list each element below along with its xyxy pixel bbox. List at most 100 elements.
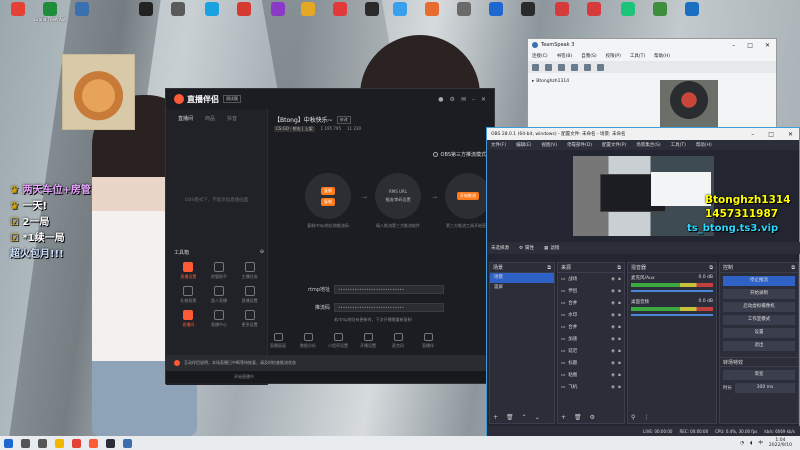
tool-item[interactable]: 直播设置: [174, 262, 203, 280]
minimize-icon[interactable]: –: [732, 42, 735, 49]
add-icon[interactable]: +: [493, 414, 498, 421]
teamspeak-titlebar[interactable]: TeamSpeak 3 – □ ✕: [528, 39, 776, 51]
step-button[interactable]: 开始推流: [457, 192, 479, 200]
desktop-icon[interactable]: [416, 2, 448, 28]
tool-item[interactable]: 主播任务: [235, 262, 264, 280]
desktop-icon[interactable]: Grand Theft Auto V: [34, 2, 66, 28]
lock-icon[interactable]: ▪: [618, 373, 621, 378]
minimize-icon[interactable]: –: [472, 96, 475, 103]
filters-button[interactable]: ▦ 滤镜: [544, 245, 559, 252]
desktop-icon[interactable]: [292, 2, 324, 28]
visibility-icon[interactable]: ◉: [611, 301, 615, 306]
settings-icon[interactable]: ⚙: [450, 96, 455, 103]
obs-menu-item[interactable]: 停靠部件(D): [567, 142, 592, 148]
bottom-tool[interactable]: 开播设置: [356, 333, 380, 349]
desktop-icon[interactable]: [384, 2, 416, 28]
visibility-icon[interactable]: ◉: [611, 325, 615, 330]
step-button[interactable]: 复制: [321, 197, 335, 206]
scene-item[interactable]: 场景: [490, 273, 554, 283]
desktop-icon[interactable]: [196, 2, 228, 28]
close-icon[interactable]: ✕: [481, 96, 486, 103]
ts-menu-item[interactable]: 工具(T): [630, 53, 645, 59]
source-item[interactable]: ▭ 伴侣 ◉ ▪: [558, 285, 624, 297]
bottom-tool[interactable]: 数据分析: [296, 333, 320, 349]
undock-icon[interactable]: ⧉: [617, 265, 621, 271]
chrome-icon[interactable]: [72, 438, 81, 448]
lock-icon[interactable]: ▪: [618, 385, 621, 390]
desktop-icon[interactable]: [612, 2, 644, 28]
obs-menu-item[interactable]: 编辑(E): [516, 142, 531, 148]
desktop-icon[interactable]: [512, 2, 544, 28]
lock-icon[interactable]: ▪: [618, 361, 621, 366]
maximize-icon[interactable]: □: [768, 131, 774, 138]
desktop-icon[interactable]: [162, 2, 194, 28]
search-icon[interactable]: [21, 438, 30, 448]
visibility-icon[interactable]: ◉: [611, 313, 615, 318]
desktop-icon[interactable]: [644, 2, 676, 28]
scene-item[interactable]: 竖屏: [490, 283, 554, 293]
visibility-icon[interactable]: ◉: [611, 361, 615, 366]
desktop-icon[interactable]: [228, 2, 260, 28]
bookmark-icon[interactable]: [545, 63, 552, 71]
task-view-icon[interactable]: [38, 438, 47, 448]
lock-icon[interactable]: ▪: [618, 277, 621, 282]
tool-item[interactable]: 超人直播: [205, 286, 234, 304]
language-indicator[interactable]: 中: [758, 440, 763, 446]
teamspeak-window[interactable]: TeamSpeak 3 – □ ✕ 连接(C) 书签(B) 自我(S) 权限(P) 工具(T…: [527, 38, 777, 130]
close-icon[interactable]: ✕: [788, 131, 793, 138]
duration-input[interactable]: 300 ms: [735, 383, 795, 393]
lock-icon[interactable]: ▪: [618, 313, 621, 318]
visibility-icon[interactable]: ◉: [611, 373, 615, 378]
desktop-icon[interactable]: [324, 2, 356, 28]
desktop-icon[interactable]: [448, 2, 480, 28]
explorer-icon[interactable]: [55, 438, 64, 448]
left-tab[interactable]: 抖音: [227, 115, 237, 122]
source-item[interactable]: ▭ 合并 ◉ ▪: [558, 297, 624, 309]
wifi-icon[interactable]: ◔: [740, 441, 744, 446]
tool-item[interactable]: 房管助手: [205, 262, 234, 280]
control-button[interactable]: 设置: [723, 328, 795, 338]
source-item[interactable]: ▭ 飞机 ◉ ▪: [558, 381, 624, 393]
source-item[interactable]: ▭ 延迟 ◉ ▪: [558, 345, 624, 357]
transition-select[interactable]: 渐变: [723, 370, 795, 380]
control-button[interactable]: 停止推流: [723, 276, 795, 286]
tool-item[interactable]: 礼物投票: [174, 286, 203, 304]
away-icon[interactable]: [558, 63, 565, 71]
bottom-tool[interactable]: 小程序设置: [326, 333, 350, 349]
control-button[interactable]: 工作室模式: [723, 315, 795, 325]
teamspeak-icon[interactable]: [123, 438, 132, 448]
tool-item[interactable]: 更多设置: [235, 310, 264, 328]
visibility-icon[interactable]: ◉: [611, 277, 615, 282]
tool-item[interactable]: 直播中心: [205, 310, 234, 328]
link-icon[interactable]: ⚲: [631, 414, 635, 421]
control-button[interactable]: 开始录制: [723, 289, 795, 299]
lock-icon[interactable]: ▪: [618, 349, 621, 354]
left-tab[interactable]: 直播间: [178, 115, 193, 122]
rtmp-input[interactable]: ••••••••••••••••••••••••••••: [334, 285, 444, 294]
maximize-icon[interactable]: □: [747, 42, 753, 49]
minimize-icon[interactable]: –: [751, 131, 754, 138]
control-button[interactable]: 启动虚拟摄像机: [723, 302, 795, 312]
left-tab[interactable]: 商品: [205, 115, 215, 122]
edit-title-button[interactable]: 修改: [336, 115, 351, 124]
obs-menu-item[interactable]: 场景集合(S): [636, 142, 660, 148]
windows-start-icon[interactable]: [4, 438, 13, 448]
properties-button[interactable]: ⚙ 属性: [519, 245, 534, 252]
visibility-icon[interactable]: ◉: [611, 337, 615, 342]
desktop-icon[interactable]: [66, 2, 98, 28]
ts-menu-item[interactable]: 权限(P): [606, 53, 621, 59]
visibility-icon[interactable]: ◉: [611, 289, 615, 294]
obs-titlebar[interactable]: OBS 28.0.1 (64-bit, windows) - 配置文件: 未命名…: [487, 128, 799, 140]
close-icon[interactable]: ✕: [765, 42, 770, 49]
ts-menu-item[interactable]: 连接(C): [532, 53, 548, 59]
gear-icon[interactable]: ⚙: [590, 414, 595, 421]
source-item[interactable]: ▭ 标题 ◉ ▪: [558, 357, 624, 369]
delete-icon[interactable]: 🗑: [506, 414, 514, 421]
visibility-icon[interactable]: ◉: [611, 349, 615, 354]
desktop-icon[interactable]: [546, 2, 578, 28]
delete-icon[interactable]: 🗑: [574, 414, 582, 421]
desktop-icon[interactable]: [130, 2, 162, 28]
ts-menu-item[interactable]: 帮助(H): [654, 53, 670, 59]
volume-slider[interactable]: [631, 290, 713, 292]
live-companion-window[interactable]: 直播伴侣 测试版 ● ⚙ ✉ – ✕ 直播间 商品 抖音 OBS模式下，不能添加直播…: [165, 88, 496, 385]
